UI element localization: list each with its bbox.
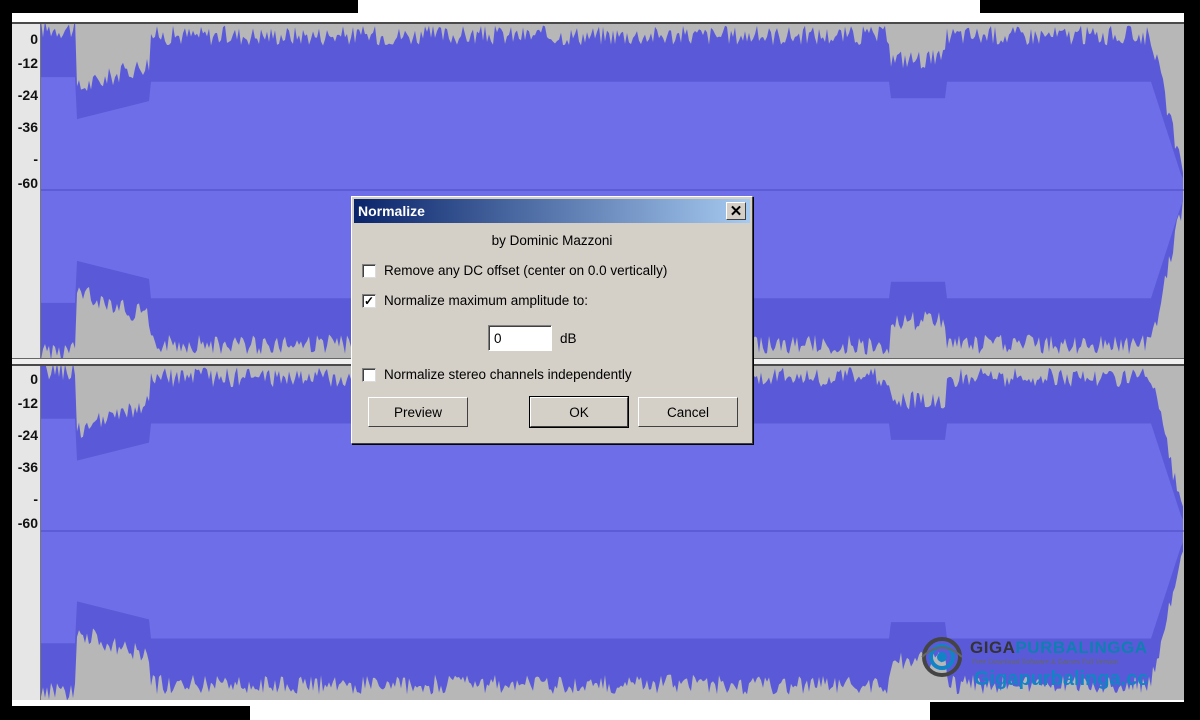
option-label: Normalize stereo channels independently	[384, 367, 632, 382]
close-icon: ✕	[729, 202, 743, 220]
dialog-author: by Dominic Mazzoni	[491, 233, 613, 248]
close-button[interactable]: ✕	[726, 202, 746, 220]
option-stereo-independent[interactable]: Normalize stereo channels independently	[362, 367, 632, 382]
border-bar-bottom-left	[0, 706, 250, 720]
ruler-tick: -36	[17, 119, 38, 135]
border-bar-bottom-right	[930, 702, 1200, 720]
ruler-tick: -60	[17, 175, 38, 191]
checkbox-stereo-independent[interactable]	[362, 367, 376, 382]
brand-tagline: Free Download Software & Games Full Vers…	[972, 659, 1119, 666]
eye-logo-icon	[921, 637, 963, 677]
ruler-tick: -12	[17, 55, 38, 71]
option-label: Normalize maximum amplitude to:	[384, 293, 589, 308]
preview-button[interactable]: Preview	[368, 397, 468, 427]
option-remove-dc-offset[interactable]: Remove any DC offset (center on 0.0 vert…	[362, 263, 667, 278]
ruler-tick: 0	[30, 371, 38, 387]
ruler-tick: -24	[17, 427, 38, 443]
border-bar-right	[1184, 0, 1200, 720]
brand-name: GIGAPURBALINGGA	[970, 638, 1148, 657]
border-bar-left	[0, 0, 12, 720]
amplitude-unit: dB	[560, 330, 577, 346]
amplitude-input[interactable]	[488, 325, 552, 351]
checkbox-normalize-amplitude[interactable]: ✓	[362, 293, 376, 308]
cancel-button[interactable]: Cancel	[638, 397, 738, 427]
db-ruler: 0 -12 -24 -36 - -60	[12, 24, 41, 360]
ruler-tick: -36	[17, 459, 38, 475]
db-ruler: 0 -12 -24 -36 - -60	[12, 366, 41, 700]
dialog-title: Normalize	[358, 203, 425, 219]
checkmark-icon: ✓	[363, 293, 375, 308]
normalize-dialog: Normalize ✕ by Dominic Mazzoni Remove an…	[351, 196, 753, 444]
option-label: Remove any DC offset (center on 0.0 vert…	[384, 263, 668, 278]
amplitude-row: dB	[488, 325, 577, 351]
border-bar-top-left	[0, 0, 358, 13]
ruler-tick: -24	[17, 87, 38, 103]
checkbox-remove-dc-offset[interactable]	[362, 263, 376, 278]
ruler-tick: -	[33, 151, 38, 167]
ruler-tick: -	[33, 491, 38, 507]
ok-button[interactable]: OK	[529, 396, 629, 428]
brand-url: Gigapurbalinga.cc	[974, 668, 1149, 690]
ruler-tick: -12	[17, 395, 38, 411]
ruler-tick: 0	[30, 31, 38, 47]
ruler-tick: -60	[17, 515, 38, 531]
border-bar-top-right	[980, 0, 1200, 13]
watermark-logo: GIGAPURBALINGGA Free Download Software &…	[918, 630, 1178, 694]
option-normalize-amplitude[interactable]: ✓ Normalize maximum amplitude to:	[362, 293, 588, 308]
dialog-titlebar[interactable]: Normalize ✕	[354, 199, 750, 223]
